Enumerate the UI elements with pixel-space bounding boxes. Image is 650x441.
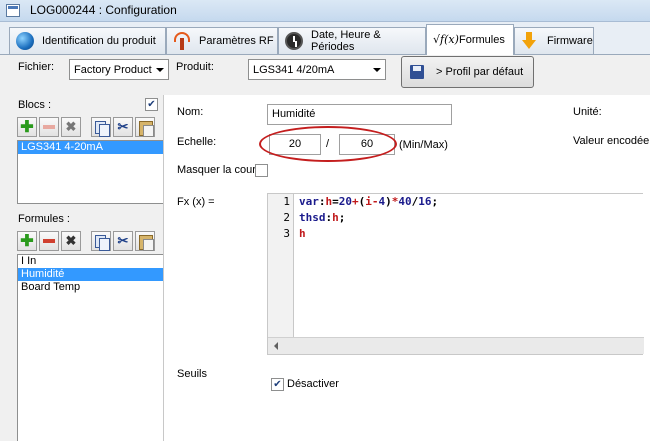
produit-select-value: LGS341 4/20mA: [253, 63, 335, 76]
seuils-label: Seuils: [177, 368, 207, 380]
chevron-down-icon: [373, 68, 381, 72]
masquer-courbe-checkbox[interactable]: [255, 164, 268, 177]
scroll-left-arrow-icon[interactable]: [274, 342, 278, 350]
tab-parametres-rf[interactable]: Paramètres RF: [166, 27, 278, 54]
nom-label: Nom:: [177, 106, 204, 118]
cut-formule-button[interactable]: ✂: [113, 231, 133, 251]
echelle-hint: (Min/Max): [399, 139, 448, 151]
code-line: thsd:h;: [299, 211, 346, 224]
formula-editor[interactable]: 1 2 3 var:h=20+(i-4)*40/16; thsd:h; h: [267, 193, 644, 355]
fichier-select-value: Factory Product: [74, 63, 152, 76]
tab-formules-label: Formules: [459, 34, 505, 46]
fichier-label: Fichier:: [18, 61, 55, 73]
formula-code[interactable]: var:h=20+(i-4)*40/16; thsd:h; h: [299, 194, 438, 242]
formules-toolbar: ✚ ✖ ✂: [17, 231, 155, 251]
tab-firmware-label: Firmware: [547, 35, 593, 47]
window-title: LOG000244 : Configuration: [30, 3, 177, 17]
blocs-list[interactable]: LGS341 4-20mA: [17, 140, 169, 204]
copy-bloc-button[interactable]: [91, 117, 111, 137]
line-number: 2: [283, 211, 290, 224]
tab-date-heure-label: Date, Heure & Périodes: [311, 29, 381, 53]
clock-icon: [285, 32, 303, 50]
chevron-down-icon: [156, 68, 164, 72]
add-bloc-button[interactable]: ✚: [17, 117, 37, 137]
formula-detail-panel: Nom: Humidité Unité: Echelle: 20 / 60 (M…: [163, 95, 650, 441]
line-number-gutter: 1 2 3: [268, 194, 294, 339]
floppy-disk-icon: [410, 65, 424, 79]
paste-bloc-button[interactable]: [135, 117, 155, 137]
download-arrow-icon: [521, 32, 539, 50]
highlight-ellipse: [259, 126, 397, 162]
list-item[interactable]: I In: [18, 255, 168, 268]
title-bar: LOG000244 : Configuration: [0, 0, 650, 22]
fichier-select[interactable]: Factory Product: [69, 59, 169, 80]
unite-label: Unité:: [573, 106, 602, 118]
horizontal-scrollbar[interactable]: [268, 337, 644, 354]
formules-label: Formules :: [18, 213, 70, 225]
tab-parametres-rf-label: Paramètres RF: [199, 35, 274, 47]
paste-formule-button[interactable]: [135, 231, 155, 251]
desactiver-label: Désactiver: [287, 378, 339, 390]
blocs-checkbox[interactable]: ✔: [145, 98, 158, 111]
cut-bloc-button[interactable]: ✂: [113, 117, 133, 137]
code-line: var:h=20+(i-4)*40/16;: [299, 195, 439, 208]
fx-label: Fx (x) =: [177, 196, 215, 208]
tab-date-heure[interactable]: Date, Heure & Périodes: [278, 27, 426, 54]
list-item[interactable]: Board Temp: [18, 281, 168, 294]
code-line: h: [299, 227, 306, 240]
blocs-toolbar: ✚ ✖ ✂: [17, 117, 155, 137]
tab-identification-label: Identification du produit: [42, 35, 156, 47]
delete-bloc-button[interactable]: ✖: [61, 117, 81, 137]
app-window-icon: [6, 4, 20, 17]
copy-formule-button[interactable]: [91, 231, 111, 251]
desactiver-checkbox[interactable]: ✔: [271, 378, 284, 391]
delete-formule-button[interactable]: ✖: [61, 231, 81, 251]
add-formule-button[interactable]: ✚: [17, 231, 37, 251]
tab-identification[interactable]: Identification du produit: [9, 27, 166, 54]
line-number: 3: [283, 227, 290, 240]
produit-select[interactable]: LGS341 4/20mA: [248, 59, 386, 80]
tab-firmware[interactable]: Firmware: [514, 27, 594, 54]
valeur-encodee-label: Valeur encodée: [573, 135, 650, 147]
globe-icon: [16, 32, 34, 50]
line-number: 1: [283, 195, 290, 208]
antenna-icon: [173, 32, 191, 50]
nom-input[interactable]: Humidité: [267, 104, 452, 125]
echelle-label: Echelle:: [177, 136, 217, 148]
list-item[interactable]: Humidité: [18, 268, 168, 281]
blocs-label: Blocs :: [18, 99, 52, 111]
default-profile-button-label: > Profil par défaut: [436, 66, 524, 78]
formules-list[interactable]: I In Humidité Board Temp: [17, 254, 169, 441]
sqrt-fx-icon: √f(x): [433, 33, 459, 46]
produit-label: Produit:: [176, 61, 214, 73]
tab-formules[interactable]: √f(x) Formules: [426, 24, 514, 55]
list-item[interactable]: LGS341 4-20mA: [18, 141, 168, 154]
remove-formule-button[interactable]: [39, 231, 59, 251]
tab-strip: Identification du produit Paramètres RF …: [0, 22, 650, 55]
remove-bloc-button[interactable]: [39, 117, 59, 137]
default-profile-button[interactable]: > Profil par défaut: [401, 56, 534, 88]
